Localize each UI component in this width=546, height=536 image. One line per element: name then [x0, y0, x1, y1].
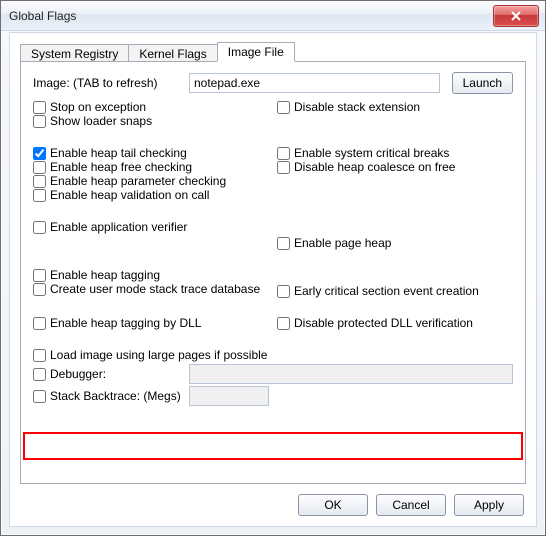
close-button[interactable] [493, 5, 539, 27]
cb-enable-heap-tail-box[interactable] [33, 147, 46, 160]
highlight-debugger [23, 432, 523, 460]
cb-stop-on-exception[interactable]: Stop on exception [33, 100, 269, 114]
cb-enable-page-heap[interactable]: Enable page heap [277, 236, 513, 250]
cb-show-loader-snaps[interactable]: Show loader snaps [33, 114, 269, 128]
group-heap-checks: Enable heap tail checking Enable heap fr… [33, 146, 513, 202]
cb-enable-page-heap-box[interactable] [277, 237, 290, 250]
cb-enable-app-verifier-label: Enable application verifier [50, 220, 187, 234]
cb-enable-heap-tagging-box[interactable] [33, 269, 46, 282]
cb-disable-stack-extension[interactable]: Disable stack extension [277, 100, 513, 114]
group-dll: Enable heap tagging by DLL Disable prote… [33, 316, 513, 330]
cancel-button[interactable]: Cancel [376, 494, 446, 516]
cb-early-crit-section-label: Early critical section event creation [294, 284, 479, 298]
window-title: Global Flags [9, 9, 493, 23]
cb-create-umst-db-box[interactable] [33, 283, 46, 296]
cb-enable-heap-param-box[interactable] [33, 175, 46, 188]
cb-stop-on-exception-label: Stop on exception [50, 100, 146, 114]
cb-stop-on-exception-box[interactable] [33, 101, 46, 114]
client-area: System Registry Kernel Flags Image File … [9, 32, 537, 527]
tab-system-registry[interactable]: System Registry [20, 44, 129, 62]
stack-backtrace-input[interactable] [189, 386, 269, 406]
tab-panel-image-file: Image: (TAB to refresh) Launch Stop on e… [20, 61, 526, 484]
cb-stack-backtrace-box[interactable] [33, 390, 46, 403]
row-stack-backtrace: Stack Backtrace: (Megs) [33, 386, 513, 406]
debugger-input[interactable] [189, 364, 513, 384]
cb-show-loader-snaps-label: Show loader snaps [50, 114, 152, 128]
cb-enable-heap-free-box[interactable] [33, 161, 46, 174]
cb-enable-heap-param[interactable]: Enable heap parameter checking [33, 174, 269, 188]
row-debugger: Debugger: [33, 364, 513, 384]
cb-debugger-label: Debugger: [50, 367, 106, 381]
image-row: Image: (TAB to refresh) Launch [33, 72, 513, 94]
tab-strip: System Registry Kernel Flags Image File [20, 41, 536, 62]
cb-enable-heap-param-label: Enable heap parameter checking [50, 174, 226, 188]
cb-show-loader-snaps-box[interactable] [33, 115, 46, 128]
group-tagging: Enable heap tagging Create user mode sta… [33, 268, 513, 298]
tab-image-file[interactable]: Image File [217, 42, 295, 62]
cb-disable-stack-extension-box[interactable] [277, 101, 290, 114]
cb-disable-protected-dll[interactable]: Disable protected DLL verification [277, 316, 513, 330]
cb-disable-heap-coalesce-label: Disable heap coalesce on free [294, 160, 455, 174]
cb-enable-heap-valid-call-box[interactable] [33, 189, 46, 202]
image-label: Image: (TAB to refresh) [33, 76, 183, 90]
cb-enable-heap-tag-dll-box[interactable] [33, 317, 46, 330]
cb-enable-app-verifier-box[interactable] [33, 221, 46, 234]
cb-enable-heap-tag-dll[interactable]: Enable heap tagging by DLL [33, 316, 269, 330]
titlebar: Global Flags [1, 1, 545, 31]
cb-stack-backtrace-label: Stack Backtrace: (Megs) [50, 389, 181, 403]
cb-disable-stack-extension-label: Disable stack extension [294, 100, 420, 114]
cb-stack-backtrace[interactable]: Stack Backtrace: (Megs) [33, 389, 183, 403]
cb-enable-heap-tagging-label: Enable heap tagging [50, 268, 160, 282]
group-verifier: Enable application verifier Enable page … [33, 220, 513, 250]
apply-button[interactable]: Apply [454, 494, 524, 516]
cb-enable-heap-tagging[interactable]: Enable heap tagging [33, 268, 269, 282]
cb-create-umst-db[interactable]: Create user mode stack trace database [33, 282, 269, 296]
cb-load-large-pages[interactable]: Load image using large pages if possible [33, 348, 513, 362]
cb-disable-protected-dll-label: Disable protected DLL verification [294, 316, 473, 330]
cb-enable-page-heap-label: Enable page heap [294, 236, 391, 250]
cb-early-crit-section-box[interactable] [277, 285, 290, 298]
close-icon [511, 11, 521, 21]
cb-enable-heap-valid-call[interactable]: Enable heap validation on call [33, 188, 269, 202]
cb-enable-heap-valid-call-label: Enable heap validation on call [50, 188, 209, 202]
cb-enable-sys-crit-breaks-box[interactable] [277, 147, 290, 160]
ok-button[interactable]: OK [298, 494, 368, 516]
cb-enable-sys-crit-breaks-label: Enable system critical breaks [294, 146, 449, 160]
cb-debugger-box[interactable] [33, 368, 46, 381]
launch-button[interactable]: Launch [452, 72, 513, 94]
cb-debugger[interactable]: Debugger: [33, 367, 183, 381]
cb-create-umst-db-label: Create user mode stack trace database [50, 282, 260, 296]
tab-kernel-flags[interactable]: Kernel Flags [128, 44, 217, 62]
cb-enable-sys-crit-breaks[interactable]: Enable system critical breaks [277, 146, 513, 160]
cb-load-large-pages-box[interactable] [33, 349, 46, 362]
cb-enable-heap-tag-dll-label: Enable heap tagging by DLL [50, 316, 201, 330]
cb-enable-heap-free-label: Enable heap free checking [50, 160, 192, 174]
cb-disable-heap-coalesce-box[interactable] [277, 161, 290, 174]
cb-enable-heap-tail-label: Enable heap tail checking [50, 146, 187, 160]
image-input[interactable] [189, 73, 440, 93]
cb-disable-heap-coalesce[interactable]: Disable heap coalesce on free [277, 160, 513, 174]
cb-early-crit-section[interactable]: Early critical section event creation [277, 284, 513, 298]
cb-disable-protected-dll-box[interactable] [277, 317, 290, 330]
cb-enable-heap-tail[interactable]: Enable heap tail checking [33, 146, 269, 160]
cb-enable-app-verifier[interactable]: Enable application verifier [33, 220, 269, 234]
dialog-buttons: OK Cancel Apply [298, 494, 524, 516]
group-basic: Stop on exception Show loader snaps Disa… [33, 100, 513, 128]
cb-enable-heap-free[interactable]: Enable heap free checking [33, 160, 269, 174]
group-bottom: Load image using large pages if possible… [33, 348, 513, 406]
window: Global Flags System Registry Kernel Flag… [0, 0, 546, 536]
cb-load-large-pages-label: Load image using large pages if possible [50, 348, 267, 362]
